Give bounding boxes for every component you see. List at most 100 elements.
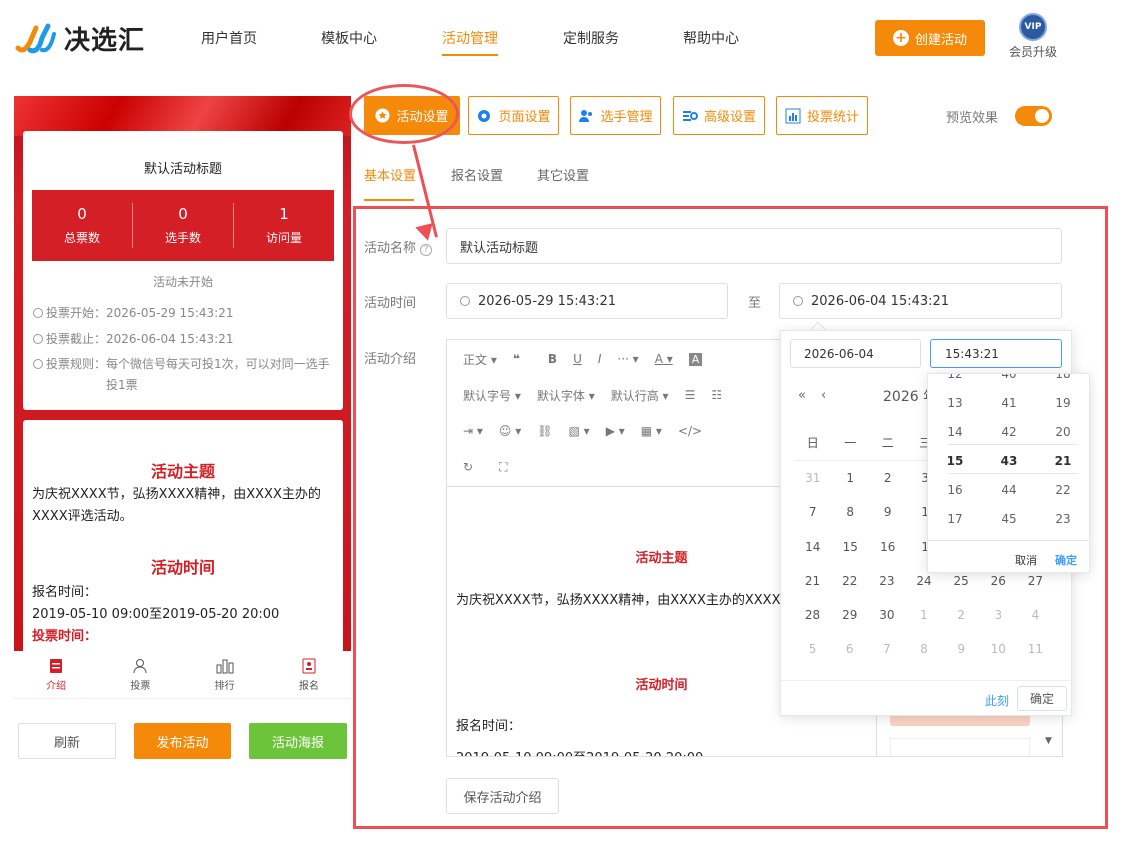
day-cell[interactable]: 27 [1017, 574, 1054, 588]
bold-icon[interactable]: B [540, 352, 565, 366]
day-cell[interactable]: 10 [980, 642, 1017, 656]
day-cell[interactable]: 9 [869, 505, 907, 519]
fullscreen-icon[interactable]: ⛶ [491, 460, 515, 475]
hour-column[interactable]: 12 13 14 15 16 17 [928, 374, 982, 534]
prev-month-icon[interactable]: ‹ [821, 388, 826, 403]
font-family-select[interactable]: 默认字体 ▾ [529, 387, 603, 404]
tool-vote-stats[interactable]: 投票统计 [776, 96, 868, 135]
refresh-button[interactable]: 刷新 [18, 723, 116, 759]
picker-footer: 此刻 确定 [781, 680, 1071, 717]
nav-custom-service[interactable]: 定制服务 [563, 28, 619, 48]
image-icon[interactable]: ▧ ▾ [561, 424, 598, 438]
numbered-list-icon[interactable]: ☷ [703, 388, 730, 402]
nav-help[interactable]: 帮助中心 [683, 28, 739, 48]
day-cell[interactable]: 24 [905, 574, 942, 588]
time-cancel-button[interactable]: 取消 [1015, 552, 1037, 568]
tab-intro[interactable]: 介绍 [14, 651, 98, 698]
day-cell[interactable]: 4 [1017, 608, 1054, 622]
poster-button[interactable]: 活动海报 [249, 723, 347, 759]
tab-rank[interactable]: 排行 [183, 651, 267, 698]
create-activity-button[interactable]: + 创建活动 [875, 20, 985, 56]
line-height-select[interactable]: 默认行高 ▾ [603, 387, 677, 404]
template-thumbnail-2[interactable] [890, 738, 1030, 756]
day-cell[interactable]: 11 [1017, 642, 1054, 656]
picker-date-input[interactable]: 2026-06-04 [790, 339, 921, 368]
day-cell[interactable]: 28 [794, 608, 831, 622]
preview-tabbar: 介绍 投票 排行 报名 [14, 651, 351, 699]
day-cell[interactable]: 1 [905, 608, 942, 622]
tab-signup[interactable]: 报名 [267, 651, 351, 698]
day-cell[interactable]: 6 [831, 642, 868, 656]
day-cell[interactable]: 5 [794, 642, 831, 656]
day-cell[interactable]: 15 [832, 540, 870, 554]
day-cell[interactable]: 21 [794, 574, 831, 588]
subtab-other[interactable]: 其它设置 [537, 165, 589, 184]
emoji-icon[interactable]: ☺ ▾ [491, 424, 529, 438]
save-intro-button[interactable]: 保存活动介绍 [446, 778, 559, 814]
day-cell[interactable]: 25 [943, 574, 980, 588]
now-button[interactable]: 此刻 [985, 692, 1009, 709]
redo-icon[interactable]: ↻ [455, 460, 481, 474]
nav-templates[interactable]: 模板中心 [321, 28, 377, 48]
font-color-icon[interactable]: A ▾ [647, 352, 681, 366]
day-cell[interactable]: 8 [905, 642, 942, 656]
link-icon[interactable]: ⛓ [529, 424, 560, 438]
day-cell[interactable]: 23 [868, 574, 905, 588]
italic-icon[interactable]: I [590, 352, 610, 366]
tab-vote[interactable]: 投票 [98, 651, 182, 698]
nav-home[interactable]: 用户首页 [201, 28, 257, 48]
preview-vote-label: 投票时间： [32, 629, 98, 644]
bg-color-icon[interactable]: A [688, 352, 703, 366]
code-icon[interactable]: </> [670, 424, 710, 438]
day-cell[interactable]: 22 [831, 574, 868, 588]
preview-signup-range: 2019-05-10 09:00至2019-05-20 20:00 [32, 607, 280, 622]
subtab-basic[interactable]: 基本设置 [364, 165, 416, 184]
paragraph-select[interactable]: 正文 ▾ [455, 351, 505, 368]
brand-logo[interactable]: 决选汇 [14, 18, 164, 58]
scroll-down-icon[interactable]: ▼ [1045, 736, 1052, 746]
activity-name-input[interactable]: 默认活动标题 [446, 228, 1062, 264]
nav-activity-manage[interactable]: 活动管理 [442, 28, 498, 56]
day-cell[interactable]: 7 [794, 505, 832, 519]
vip-upgrade[interactable]: VIP 会员升级 [1005, 13, 1061, 60]
day-cell[interactable]: 31 [794, 471, 832, 485]
day-cell[interactable]: 8 [832, 505, 870, 519]
more-icon[interactable]: ··· ▾ [609, 352, 646, 366]
users-icon [579, 109, 593, 122]
picker-confirm-button[interactable]: 确定 [1017, 686, 1067, 711]
end-time-input[interactable]: 2026-06-04 15:43:21 [779, 283, 1062, 319]
bar-chart-icon [785, 108, 801, 123]
day-cell[interactable]: 29 [831, 608, 868, 622]
quote-icon[interactable]: ❝ [505, 352, 528, 366]
start-time-input[interactable]: 2026-05-29 15:43:21 [446, 283, 728, 319]
day-cell[interactable]: 9 [943, 642, 980, 656]
publish-button[interactable]: 发布活动 [134, 723, 231, 759]
tool-contestant-manage[interactable]: 选手管理 [570, 96, 661, 135]
second-column[interactable]: 18 19 20 21 22 23 [1036, 374, 1089, 534]
day-cell[interactable]: 26 [980, 574, 1017, 588]
day-cell[interactable]: 16 [869, 540, 907, 554]
day-cell[interactable]: 2 [943, 608, 980, 622]
preview-theme-heading: 活动主题 [150, 462, 215, 481]
subtab-signup[interactable]: 报名设置 [451, 165, 503, 184]
indent-icon[interactable]: ⇥ ▾ [455, 424, 491, 438]
video-icon[interactable]: ▶ ▾ [598, 424, 633, 438]
minute-column[interactable]: 40 41 42 43 44 45 [982, 374, 1036, 534]
day-cell[interactable]: 1 [832, 471, 870, 485]
underline-icon[interactable]: U [565, 352, 590, 366]
signup-icon [302, 658, 316, 673]
preview-toggle[interactable] [1015, 106, 1052, 126]
tool-advanced-settings[interactable]: 高级设置 [673, 96, 765, 135]
prev-year-icon[interactable]: « [798, 388, 806, 403]
day-cell[interactable]: 2 [869, 471, 907, 485]
time-confirm-button[interactable]: 确定 [1055, 552, 1077, 568]
bullet-list-icon[interactable]: ☰ [677, 388, 704, 402]
day-cell[interactable]: 3 [980, 608, 1017, 622]
day-cell[interactable]: 14 [794, 540, 832, 554]
picker-time-input[interactable]: 15:43:21 [930, 339, 1062, 368]
tool-page-settings[interactable]: 页面设置 [468, 96, 559, 135]
font-size-select[interactable]: 默认字号 ▾ [455, 387, 529, 404]
day-cell[interactable]: 30 [868, 608, 905, 622]
table-icon[interactable]: ▦ ▾ [633, 424, 670, 438]
day-cell[interactable]: 7 [868, 642, 905, 656]
